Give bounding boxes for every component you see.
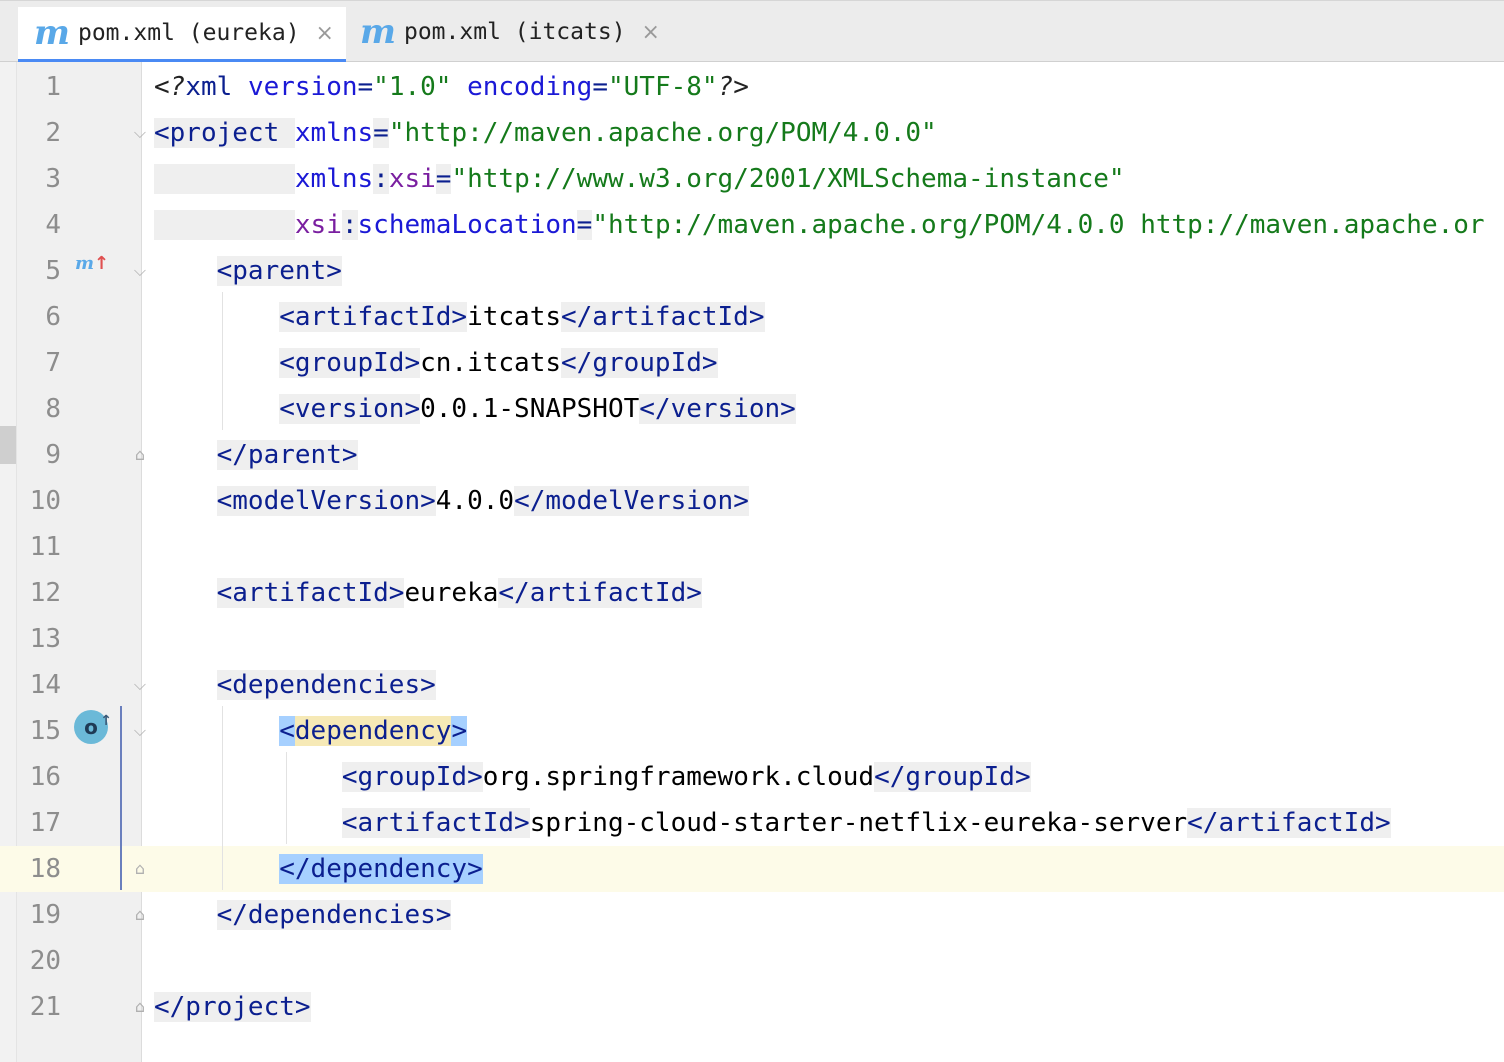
line-number: 15: [29, 716, 61, 746]
code-line[interactable]: 13: [0, 616, 1504, 662]
fold-toggle-icon[interactable]: ⌵: [131, 262, 149, 280]
code-line[interactable]: 11: [0, 524, 1504, 570]
code-line[interactable]: 14 <dependencies> ⌵: [0, 662, 1504, 708]
maven-file-icon: m: [360, 12, 396, 52]
line-number: 5: [45, 256, 61, 286]
fold-end-icon[interactable]: ⌂: [131, 860, 149, 878]
line-number: 6: [45, 302, 61, 332]
code-line[interactable]: 10 <modelVersion>4.0.0</modelVersion>: [0, 478, 1504, 524]
code-text: </parent>: [216, 440, 358, 470]
line-number: 21: [29, 992, 61, 1022]
line-number: 13: [29, 624, 61, 654]
code-text: </dependency>: [279, 854, 483, 884]
fold-toggle-icon[interactable]: ⌵: [131, 676, 149, 694]
code-line[interactable]: 16 <groupId>org.springframework.cloud</g…: [0, 754, 1504, 800]
indent-guide: [222, 706, 223, 890]
line-number: 18: [29, 854, 61, 884]
code-line[interactable]: 18 </dependency> ⌂: [0, 846, 1504, 892]
fold-end-icon[interactable]: ⌂: [131, 998, 149, 1016]
code-line[interactable]: 7 <groupId>cn.itcats</groupId>: [0, 340, 1504, 386]
code-line[interactable]: 8 <version>0.0.1-SNAPSHOT</version>: [0, 386, 1504, 432]
close-icon[interactable]: ×: [316, 21, 334, 46]
code-text: <modelVersion>4.0.0</modelVersion>: [216, 486, 749, 516]
line-number: 3: [45, 164, 61, 194]
code-text: <dependency>: [279, 716, 468, 746]
indent-guide: [286, 752, 287, 844]
tab-pom-itcats[interactable]: m pom.xml (itcats) ×: [344, 7, 672, 57]
line-number: 16: [29, 762, 61, 792]
line-number: 10: [29, 486, 61, 516]
line-number: 14: [29, 670, 61, 700]
code-text: <parent>: [216, 256, 342, 286]
override-icon[interactable]: o ↑: [74, 710, 112, 744]
code-text: </project>: [154, 992, 311, 1022]
tab-label: pom.xml (eureka): [77, 20, 300, 46]
code-text: <?xml version="1.0" encoding="UTF-8"?>: [154, 72, 749, 102]
code-text: <project xmlns="http://maven.apache.org/…: [154, 118, 937, 148]
line-number: 9: [45, 440, 61, 470]
fold-toggle-icon[interactable]: ⌵: [131, 124, 149, 142]
code-text: <dependencies>: [216, 670, 436, 700]
line-number: 12: [29, 578, 61, 608]
code-text: <artifactId>itcats</artifactId>: [279, 302, 765, 332]
fold-end-icon[interactable]: ⌂: [131, 906, 149, 924]
line-number: 8: [45, 394, 61, 424]
line-number: 11: [29, 532, 61, 562]
code-line[interactable]: 19 </dependencies> ⌂: [0, 892, 1504, 938]
line-number: 17: [29, 808, 61, 838]
code-line[interactable]: 20: [0, 938, 1504, 984]
code-line[interactable]: 5 <parent> ⌵: [0, 248, 1504, 294]
code-line[interactable]: 6 <artifactId>itcats</artifactId>: [0, 294, 1504, 340]
line-number: 20: [29, 946, 61, 976]
code-text: <groupId>cn.itcats</groupId>: [279, 348, 718, 378]
tab-label: pom.xml (itcats): [403, 19, 626, 45]
tab-pom-eureka[interactable]: m pom.xml (eureka) ×: [18, 7, 346, 63]
fold-end-icon[interactable]: ⌂: [131, 446, 149, 464]
code-line[interactable]: 2 <project xmlns="http://maven.apache.org…: [0, 110, 1504, 156]
code-line[interactable]: 21 </project> ⌂: [0, 984, 1504, 1030]
fold-toggle-icon[interactable]: ⌵: [131, 722, 149, 740]
code-text: </dependencies>: [216, 900, 452, 930]
editor-tab-bar: m pom.xml (eureka) × m pom.xml (itcats) …: [0, 0, 1504, 63]
line-number: 2: [45, 118, 61, 148]
code-line[interactable]: 9 </parent> ⌂: [0, 432, 1504, 478]
line-number: 7: [45, 348, 61, 378]
code-text: <artifactId>eureka</artifactId>: [216, 578, 702, 608]
line-number: 19: [29, 900, 61, 930]
line-number: 4: [45, 210, 61, 240]
scope-indicator: [120, 706, 122, 890]
close-icon[interactable]: ×: [642, 20, 660, 45]
code-line[interactable]: 12 <artifactId>eureka</artifactId>: [0, 570, 1504, 616]
code-line[interactable]: 3 xmlns:xsi="http://www.w3.org/2001/XMLS…: [0, 156, 1504, 202]
code-text: <version>0.0.1-SNAPSHOT</version>: [279, 394, 796, 424]
code-line[interactable]: 1 <?xml version="1.0" encoding="UTF-8"?>: [0, 64, 1504, 110]
maven-parent-icon[interactable]: m↑: [75, 253, 109, 274]
code-text: xmlns:xsi="http://www.w3.org/2001/XMLSch…: [154, 156, 1125, 202]
code-line[interactable]: 4 xsi:schemaLocation="http://maven.apach…: [0, 202, 1504, 248]
code-text: <artifactId>spring-cloud-starter-netflix…: [341, 808, 1391, 838]
code-line[interactable]: 15 <dependency> ⌵: [0, 708, 1504, 754]
maven-file-icon: m: [34, 13, 70, 53]
indent-guide: [222, 292, 223, 430]
code-text: xsi:schemaLocation="http://maven.apache.…: [154, 202, 1485, 248]
line-number: 1: [45, 72, 61, 102]
code-line[interactable]: 17 <artifactId>spring-cloud-starter-netf…: [0, 800, 1504, 846]
